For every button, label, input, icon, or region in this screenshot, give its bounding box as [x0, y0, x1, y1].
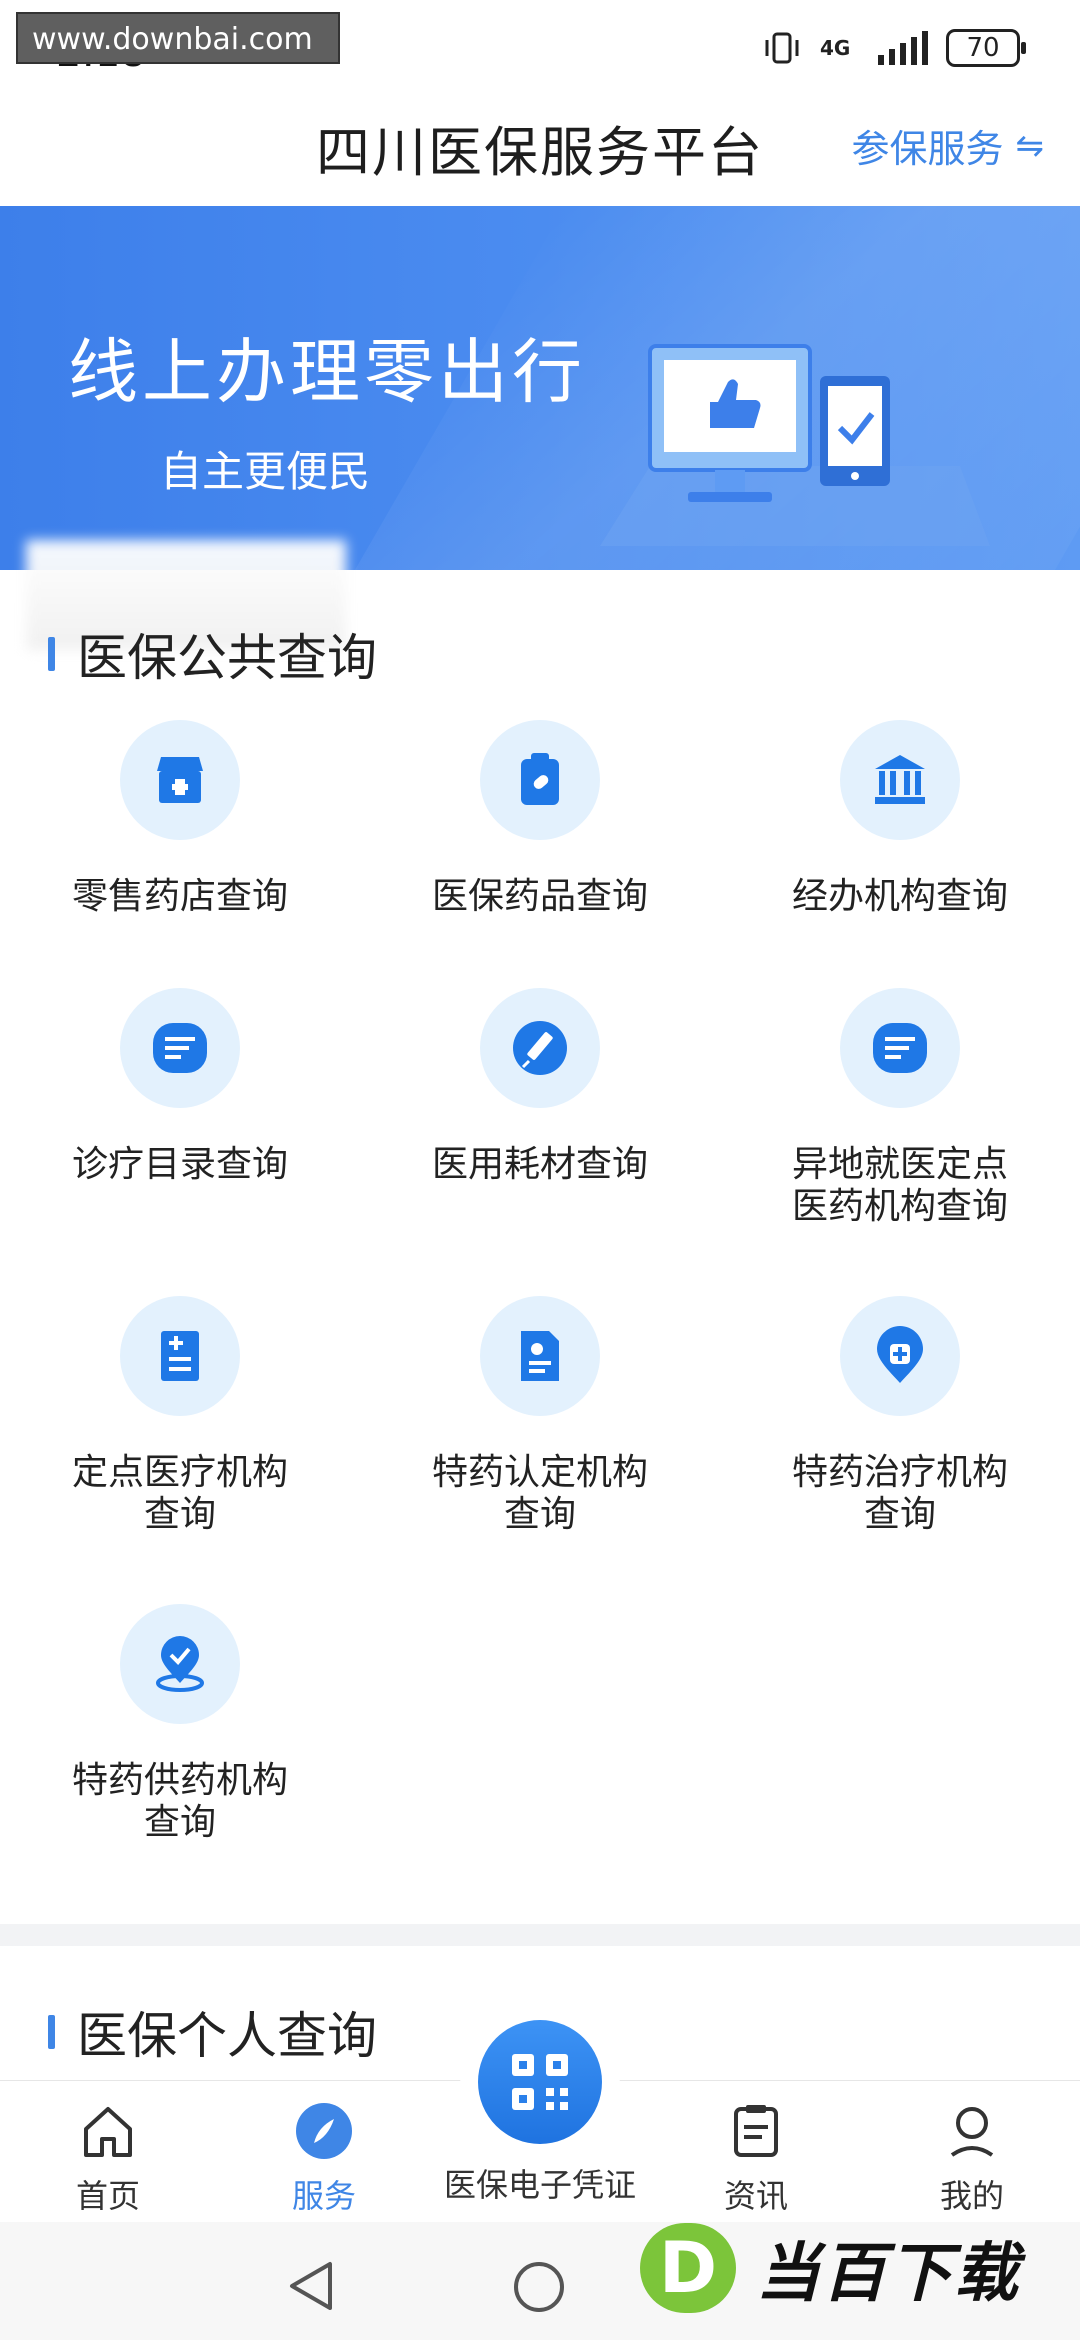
- tile-label: 医保药品查询: [431, 876, 648, 917]
- battery-icon: 70: [946, 29, 1026, 67]
- section-accent-bar: [48, 2015, 55, 2049]
- tile-label: 特药供药机构 查询: [71, 1760, 288, 1843]
- home-icon: [84, 2107, 132, 2157]
- tile-consumables[interactable]: 医用耗材查询: [360, 988, 720, 1186]
- e-voucher-button[interactable]: [478, 2020, 602, 2144]
- qrcode-icon: [512, 2054, 568, 2110]
- network-type: 4G: [820, 36, 851, 60]
- tile-remote-medical[interactable]: 异地就医定点 医药机构查询: [720, 988, 1080, 1228]
- tile-label: 零售药店查询: [71, 876, 288, 917]
- brand-watermark: D 当百下载: [632, 2196, 1080, 2340]
- brand-name: 当百下载: [756, 2237, 1020, 2311]
- tile-label: 医用耗材查询: [431, 1144, 648, 1185]
- signal-icon: [878, 31, 928, 65]
- store-icon: [120, 720, 240, 840]
- public-query-heading: 医保公共查询: [48, 618, 377, 690]
- insured-service-label: 参保服务: [851, 127, 1004, 171]
- personal-query-heading: 医保个人查询: [48, 1996, 377, 2068]
- tile-special-drug-treatment[interactable]: 特药治疗机构 查询: [720, 1296, 1080, 1536]
- location-check-icon: [120, 1604, 240, 1724]
- vibrate-icon: [762, 28, 802, 68]
- nav-home-label: 首页: [75, 2177, 140, 2215]
- tile-label: 特药治疗机构 查询: [791, 1452, 1008, 1535]
- nav-service-label: 服务: [291, 2177, 356, 2215]
- section-divider: [0, 1924, 1080, 1946]
- tile-label: 异地就医定点 医药机构查询: [791, 1144, 1008, 1227]
- tile-medicine[interactable]: 医保药品查询: [360, 720, 720, 918]
- message-icon: [840, 988, 960, 1108]
- tile-special-drug-cert[interactable]: 特药认定机构 查询: [360, 1296, 720, 1536]
- nav-service[interactable]: 服务: [234, 2101, 414, 2217]
- insured-service-button[interactable]: 参保服务 ⇋: [851, 118, 1044, 173]
- tile-special-drug-supply[interactable]: 特药供药机构 查询: [0, 1604, 360, 1844]
- location-plus-icon: [840, 1296, 960, 1416]
- medical-record-icon: [120, 1296, 240, 1416]
- list-icon: [120, 988, 240, 1108]
- banner-subtitle: 自主更便民: [160, 447, 371, 496]
- computer-illustration-icon: [600, 344, 990, 546]
- tile-retail-pharmacy[interactable]: 零售药店查询: [0, 720, 360, 918]
- back-icon[interactable]: [286, 2258, 336, 2314]
- tile-treatment-catalog[interactable]: 诊疗目录查询: [0, 988, 360, 1186]
- home-circle-icon[interactable]: [514, 2262, 564, 2312]
- status-bar: 2:18 www.downbai.com 4G 70: [0, 0, 1080, 100]
- tile-label: 经办机构查询: [791, 876, 1008, 917]
- syringe-icon: [480, 988, 600, 1108]
- banner-title: 线上办理零出行: [68, 331, 586, 413]
- status-icons: 4G 70: [762, 28, 1026, 68]
- app-screen: 2:18 www.downbai.com 4G 70 四川医保服务平台 参保服务…: [0, 0, 1080, 2340]
- e-voucher-label: 医保电子凭证: [443, 2166, 636, 2204]
- app-header: 四川医保服务平台 参保服务 ⇋: [0, 100, 1080, 206]
- institution-icon: [840, 720, 960, 840]
- watermark-url: www.downbai.com: [16, 12, 340, 64]
- medicine-icon: [480, 720, 600, 840]
- brand-logo: D: [640, 2223, 736, 2313]
- tile-label: 定点医疗机构 查询: [71, 1452, 288, 1535]
- nav-home[interactable]: 首页: [18, 2101, 198, 2217]
- switch-icon: ⇋: [1015, 125, 1045, 166]
- tile-designated-medical[interactable]: 定点医疗机构 查询: [0, 1296, 360, 1536]
- promo-banner[interactable]: 线上办理零出行 自主更便民: [0, 206, 1080, 570]
- certificate-icon: [480, 1296, 600, 1416]
- public-query-title: 医保公共查询: [77, 629, 377, 687]
- tile-agency[interactable]: 经办机构查询: [720, 720, 1080, 918]
- news-icon: [734, 2105, 778, 2157]
- user-icon: [950, 2107, 994, 2157]
- section-accent-bar: [48, 637, 55, 671]
- tile-label: 诊疗目录查询: [71, 1144, 288, 1185]
- tile-label: 特药认定机构 查询: [431, 1452, 648, 1535]
- personal-query-title: 医保个人查询: [77, 2007, 377, 2065]
- compass-icon: [296, 2103, 352, 2159]
